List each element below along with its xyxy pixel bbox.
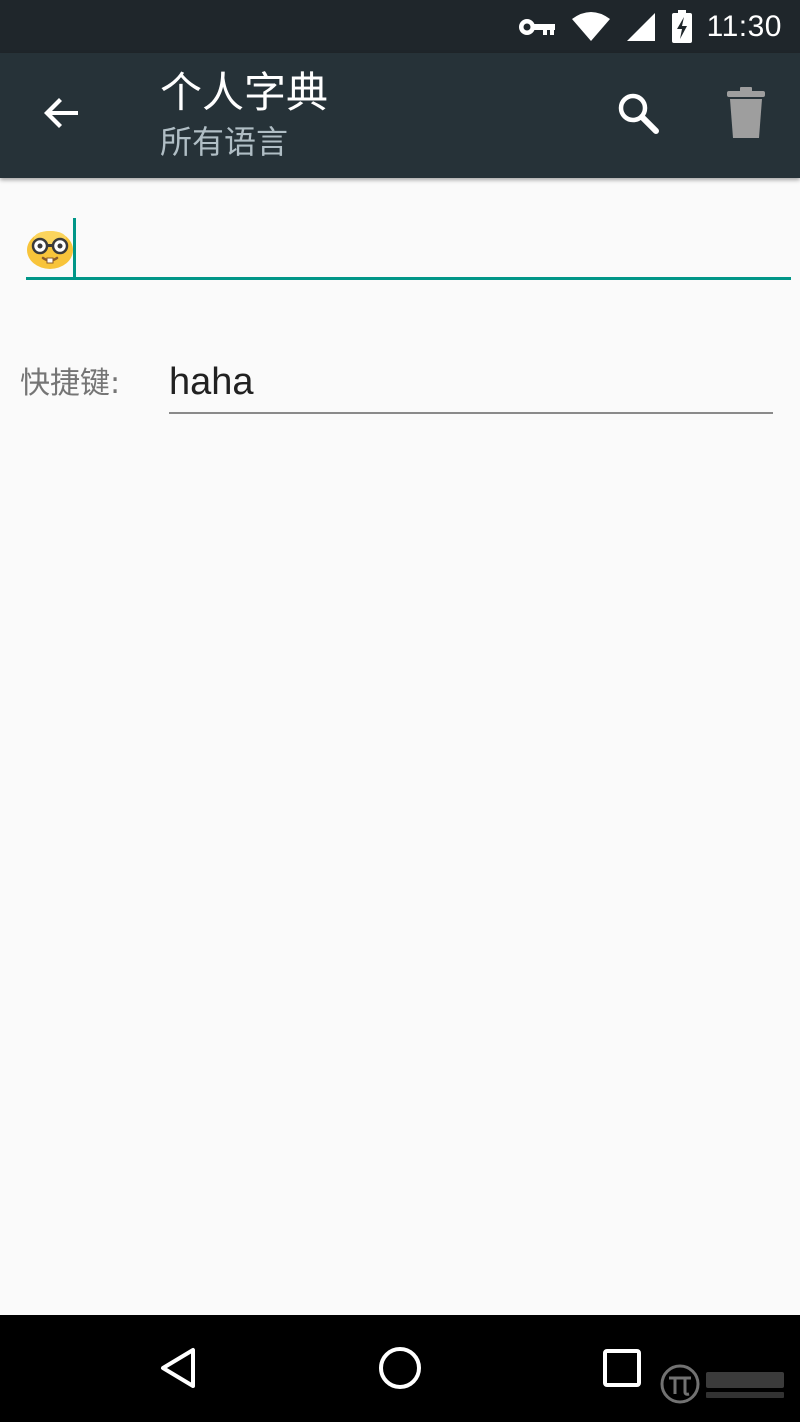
status-bar: 11:30 (0, 0, 800, 53)
nav-recents-button[interactable] (587, 1335, 657, 1405)
text-caret (73, 218, 76, 278)
watermark-logo-icon (660, 1364, 784, 1404)
app-bar: 个人字典 所有语言 (0, 53, 800, 178)
status-time: 11:30 (706, 9, 782, 43)
cellular-signal-icon (625, 11, 657, 43)
nav-home-icon (377, 1345, 423, 1395)
shortcut-input[interactable]: haha (169, 354, 773, 414)
search-icon (616, 91, 660, 139)
arrow-back-icon (42, 93, 82, 137)
page-subtitle: 所有语言 (160, 123, 289, 161)
nav-recents-icon (602, 1348, 642, 1392)
nav-back-button[interactable] (144, 1335, 214, 1405)
status-icons: 11:30 (517, 0, 782, 53)
back-button[interactable] (30, 83, 94, 147)
nav-home-button[interactable] (365, 1335, 435, 1405)
word-input[interactable] (26, 212, 791, 280)
vpn-key-icon (517, 15, 557, 39)
search-button[interactable] (606, 83, 670, 147)
shortcut-label: 快捷键: (20, 366, 121, 401)
title-block: 个人字典 所有语言 (160, 67, 328, 163)
watermark-logo (660, 1362, 790, 1406)
shortcut-input-underline (169, 412, 773, 414)
battery-charging-icon (671, 9, 693, 44)
wifi-icon (571, 11, 611, 43)
shortcut-input-value: haha (169, 361, 254, 403)
delete-button[interactable] (714, 83, 778, 147)
word-input-underline (26, 277, 791, 280)
delete-icon (726, 86, 766, 144)
page-title: 个人字典 (160, 68, 329, 117)
nav-back-icon (157, 1346, 201, 1394)
nerd-face-emoji-icon (26, 226, 74, 274)
